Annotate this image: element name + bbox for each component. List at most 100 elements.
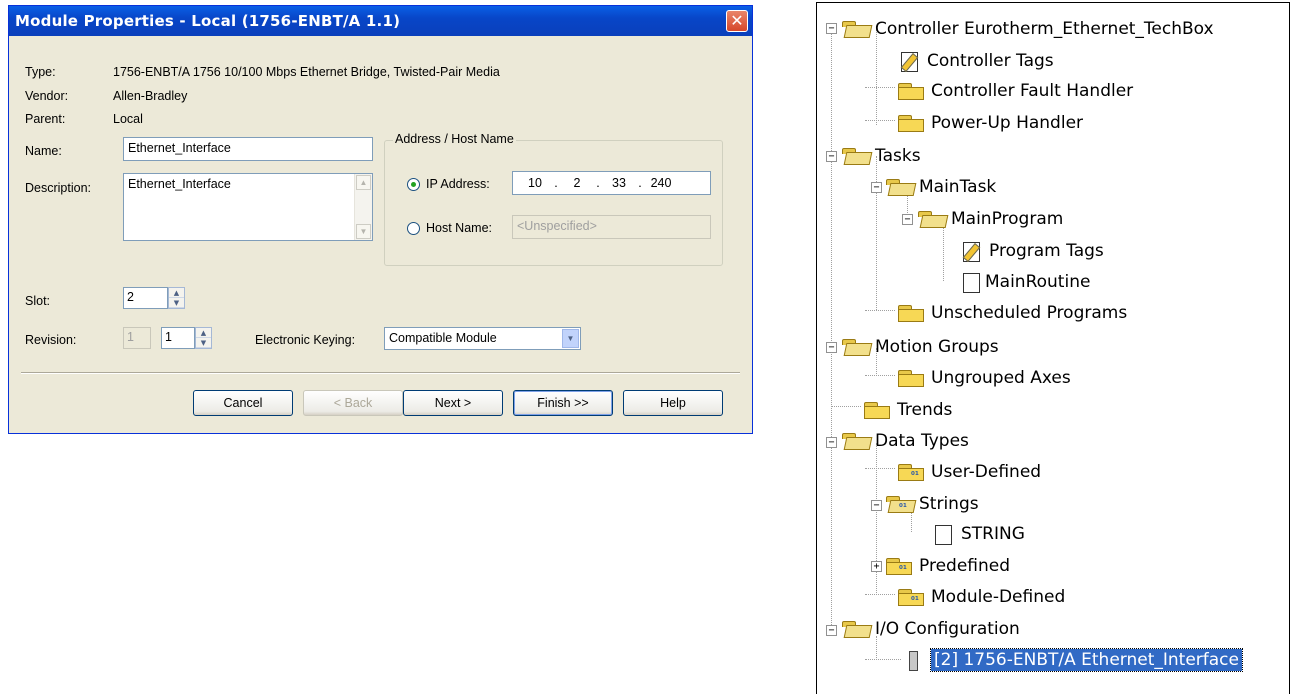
- tree-item-predefined[interactable]: ⁰¹ Predefined: [885, 552, 1010, 580]
- revision-spinner[interactable]: ▲ ▼: [195, 327, 212, 349]
- tree-item-strings[interactable]: ⁰¹ Strings: [885, 490, 979, 518]
- string-type-icon: [931, 523, 955, 545]
- revision-major-field: 1: [123, 327, 151, 349]
- expand-icon[interactable]: +: [871, 561, 882, 572]
- tree-item-label: Ungrouped Axes: [931, 368, 1071, 388]
- host-name-field[interactable]: <Unspecified>: [512, 215, 711, 239]
- tree-item-ungrouped-axes[interactable]: Ungrouped Axes: [897, 364, 1071, 392]
- ip-address-radio[interactable]: [407, 178, 420, 191]
- tree-item-label: MainProgram: [951, 209, 1064, 229]
- collapse-icon[interactable]: −: [826, 23, 837, 34]
- name-field[interactable]: Ethernet_Interface: [123, 137, 373, 161]
- scroll-up-icon[interactable]: ▲: [356, 175, 371, 190]
- revision-label: Revision:: [25, 333, 77, 347]
- tree-item-label: Program Tags: [989, 241, 1104, 261]
- tree-item-controller[interactable]: Controller Eurotherm_Ethernet_TechBox: [841, 15, 1214, 43]
- cancel-button[interactable]: Cancel: [193, 390, 293, 416]
- folder-icon: [863, 400, 891, 420]
- tree-item-label: User-Defined: [931, 462, 1042, 482]
- electronic-keying-dropdown[interactable]: Compatible Module ▼: [384, 327, 581, 350]
- tree-item-io-configuration[interactable]: I/O Configuration: [841, 615, 1020, 643]
- slot-field[interactable]: 2: [123, 287, 168, 309]
- description-label: Description:: [25, 181, 91, 195]
- next-button[interactable]: Next >: [403, 390, 503, 416]
- tree-item-user-defined[interactable]: ⁰¹ User-Defined: [897, 458, 1041, 486]
- ip-octet-4: 240: [650, 176, 672, 190]
- finish-button[interactable]: Finish >>: [513, 390, 613, 416]
- description-field[interactable]: Ethernet_Interface ▲ ▼: [123, 173, 373, 241]
- close-icon[interactable]: ✕: [726, 10, 748, 32]
- spin-down-icon[interactable]: ▼: [196, 338, 211, 348]
- slot-spinner[interactable]: ▲ ▼: [168, 287, 185, 309]
- dialog-title: Module Properties - Local (1756-ENBT/A 1…: [15, 12, 401, 30]
- tree-item-label: Controller Tags: [927, 51, 1054, 71]
- dialog-titlebar[interactable]: Module Properties - Local (1756-ENBT/A 1…: [9, 6, 752, 36]
- tree-item-label: Motion Groups: [875, 337, 999, 357]
- tree-item-motion-groups[interactable]: Motion Groups: [841, 333, 999, 361]
- tree-item-string[interactable]: STRING: [931, 520, 1025, 548]
- tree-item-power-up-handler[interactable]: Power-Up Handler: [897, 109, 1083, 137]
- tree-item-label: Predefined: [919, 556, 1011, 576]
- tree-connector: [876, 29, 877, 125]
- description-scrollbar[interactable]: ▲ ▼: [354, 174, 372, 240]
- vendor-label: Vendor:: [25, 89, 69, 103]
- collapse-icon[interactable]: −: [826, 342, 837, 353]
- type-value: 1756-ENBT/A 1756 10/100 Mbps Ethernet Br…: [113, 65, 500, 79]
- task-icon: [885, 177, 917, 197]
- tree-item-unscheduled-programs[interactable]: Unscheduled Programs: [897, 299, 1127, 327]
- tree-connector: [865, 594, 895, 595]
- tags-icon: [897, 50, 921, 73]
- tree-item-mainroutine[interactable]: MainRoutine: [959, 268, 1090, 296]
- ip-dot: .: [596, 176, 600, 190]
- tree-item-label: Trends: [897, 400, 953, 420]
- tree-item-trends[interactable]: Trends: [863, 396, 952, 424]
- dialog-separator: [21, 372, 740, 374]
- tree-item-tasks[interactable]: Tasks: [841, 142, 921, 170]
- collapse-icon[interactable]: −: [826, 151, 837, 162]
- folder-icon: [897, 81, 925, 101]
- ip-address-field[interactable]: 10 . 2 . 33 . 240: [512, 171, 711, 195]
- tree-connector: [831, 406, 861, 407]
- host-name-radio[interactable]: [407, 222, 420, 235]
- spin-up-icon[interactable]: ▲: [196, 328, 211, 338]
- tags-icon: [959, 240, 983, 263]
- collapse-icon[interactable]: −: [871, 500, 882, 511]
- tree-item-maintask[interactable]: MainTask: [885, 173, 996, 201]
- tree-item-label: Unscheduled Programs: [931, 303, 1128, 323]
- spin-up-icon[interactable]: ▲: [169, 288, 184, 298]
- tree-item-fault-handler[interactable]: Controller Fault Handler: [897, 77, 1133, 105]
- datatype-folder-icon: ⁰¹: [885, 556, 913, 576]
- electronic-keying-value: Compatible Module: [389, 331, 497, 345]
- slot-value: 2: [127, 290, 134, 304]
- spin-down-icon[interactable]: ▼: [169, 298, 184, 308]
- tree-item-label: Strings: [919, 494, 979, 514]
- back-button[interactable]: < Back: [303, 390, 403, 416]
- collapse-icon[interactable]: −: [826, 437, 837, 448]
- datatype-folder-icon: ⁰¹: [897, 587, 925, 607]
- tree-item-label: MainTask: [919, 177, 997, 197]
- tree-connector: [865, 659, 901, 660]
- collapse-icon[interactable]: −: [871, 182, 882, 193]
- tree-item-data-types[interactable]: Data Types: [841, 427, 969, 455]
- scroll-down-icon[interactable]: ▼: [356, 224, 371, 239]
- help-button[interactable]: Help: [623, 390, 723, 416]
- tree-item-mainprogram[interactable]: MainProgram: [917, 205, 1063, 233]
- dropdown-arrow-icon[interactable]: ▼: [562, 329, 579, 348]
- collapse-icon[interactable]: −: [902, 214, 913, 225]
- tree-item-label: Data Types: [875, 431, 969, 451]
- host-name-label: Host Name:: [426, 221, 492, 235]
- ip-octet-3: 33: [612, 176, 626, 190]
- tree-item-program-tags[interactable]: Program Tags: [959, 237, 1104, 265]
- module-properties-dialog: Module Properties - Local (1756-ENBT/A 1…: [8, 5, 753, 434]
- address-group-legend: Address / Host Name: [393, 132, 516, 146]
- slot-label: Slot:: [25, 294, 51, 308]
- controller-organizer-tree: − − − − − − − + − Controller Eurotherm_E…: [816, 2, 1290, 694]
- io-module-icon: [901, 649, 925, 671]
- tree-connector: [876, 443, 877, 595]
- tree-item-enbt-module[interactable]: [2] 1756-ENBT/A Ethernet_Interface: [901, 646, 1243, 674]
- description-text: Ethernet_Interface: [128, 177, 231, 191]
- tree-item-controller-tags[interactable]: Controller Tags: [897, 47, 1054, 75]
- tree-item-module-defined[interactable]: ⁰¹ Module-Defined: [897, 583, 1065, 611]
- revision-minor-field[interactable]: 1: [161, 327, 195, 349]
- collapse-icon[interactable]: −: [826, 625, 837, 636]
